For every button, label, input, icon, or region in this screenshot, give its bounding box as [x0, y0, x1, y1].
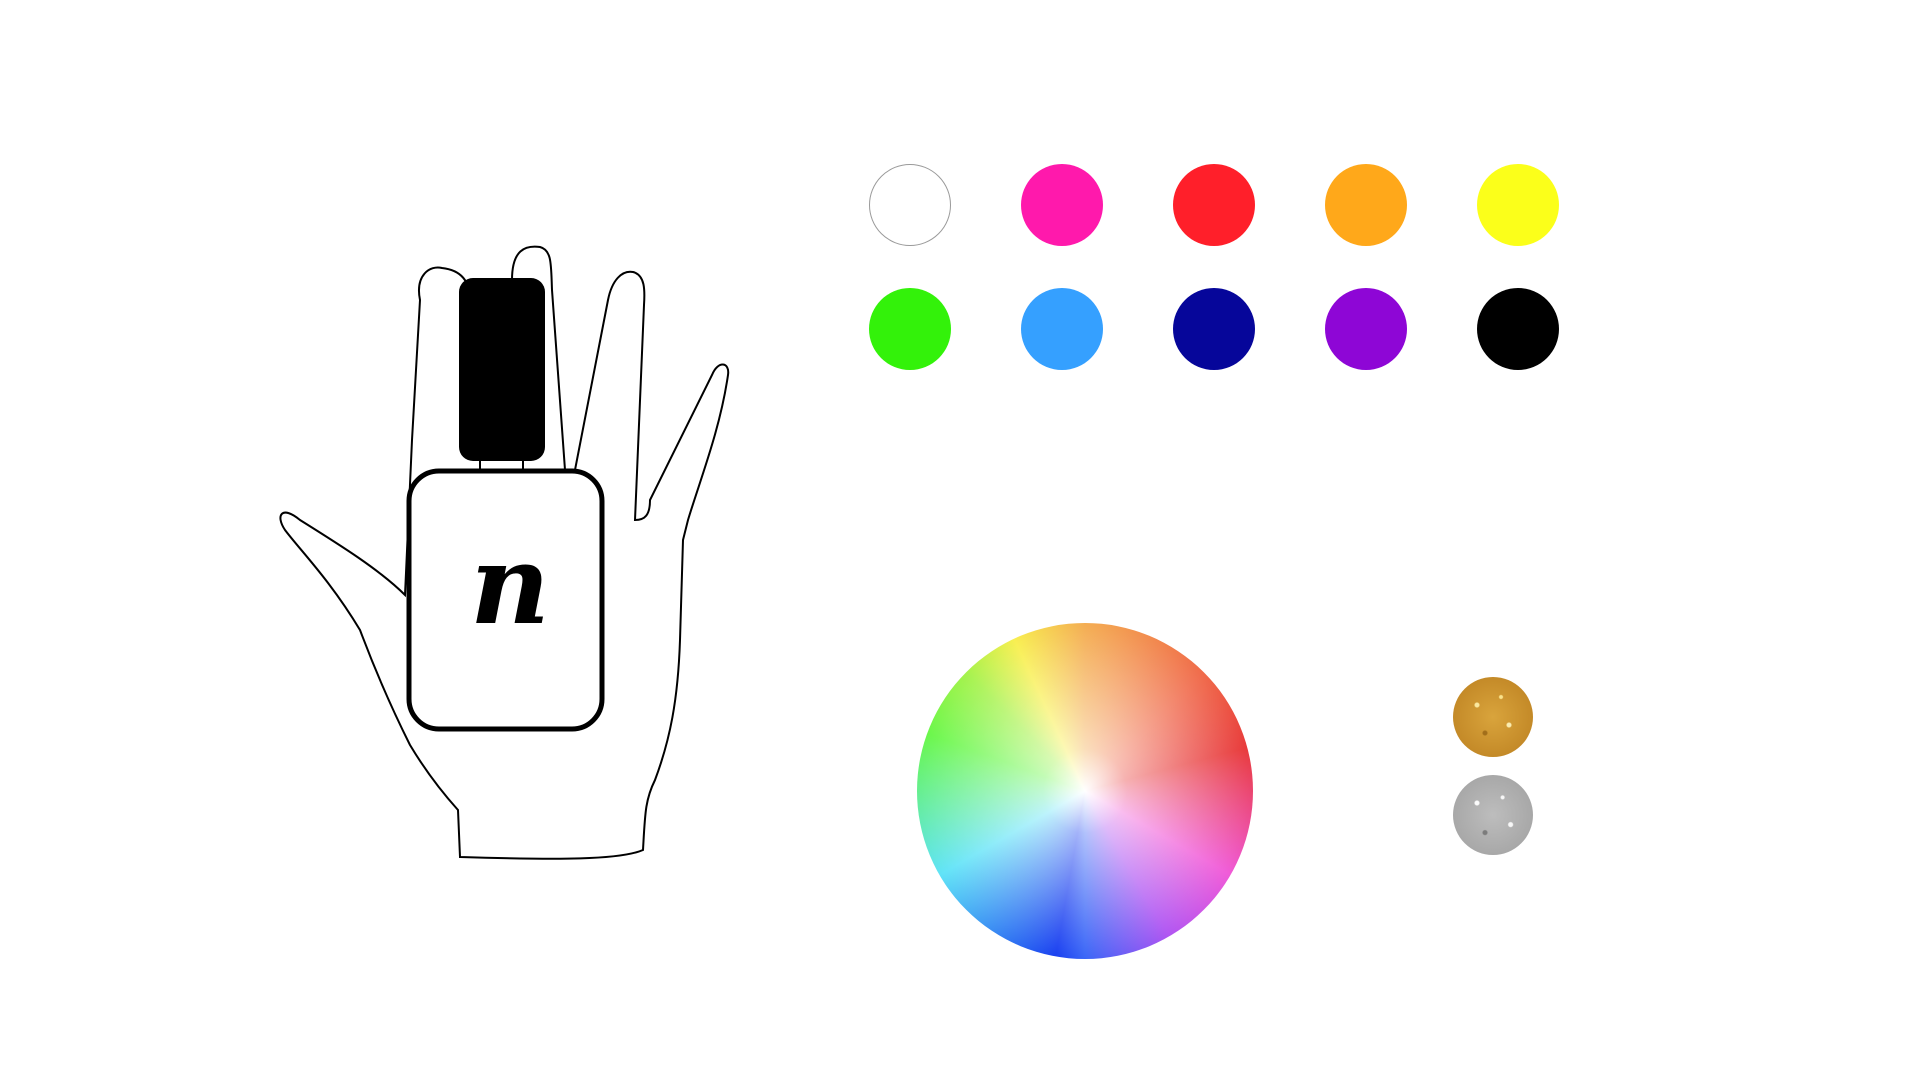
swatch-black[interactable]	[1477, 288, 1559, 370]
polish-bottle-cap	[459, 278, 545, 461]
swatch-orange[interactable]	[1325, 164, 1407, 246]
swatch-green[interactable]	[869, 288, 951, 370]
swatch-silver-glitter[interactable]	[1453, 775, 1533, 855]
swatch-yellow[interactable]	[1477, 164, 1559, 246]
swatch-white[interactable]	[869, 164, 951, 246]
nail-designer-canvas: n	[0, 0, 1920, 1080]
swatch-light-blue[interactable]	[1021, 288, 1103, 370]
swatch-pink[interactable]	[1021, 164, 1103, 246]
swatch-red[interactable]	[1173, 164, 1255, 246]
brand-logo-letter: n	[470, 520, 550, 649]
swatch-navy[interactable]	[1173, 288, 1255, 370]
swatch-gold-glitter[interactable]	[1453, 677, 1533, 757]
color-wheel-picker[interactable]	[917, 623, 1253, 959]
swatch-purple[interactable]	[1325, 288, 1407, 370]
hand-illustration: n	[279, 245, 730, 860]
